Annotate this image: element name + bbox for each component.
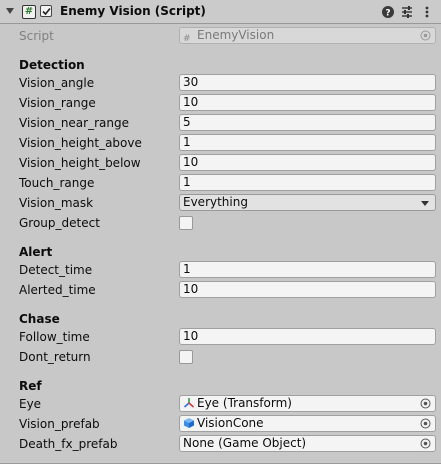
object-picker-icon[interactable] bbox=[420, 418, 431, 429]
detect-time-label: Detect_time bbox=[19, 263, 93, 277]
vision-near-range-field[interactable]: 5 bbox=[179, 114, 436, 131]
touch-range-label: Touch_range bbox=[19, 176, 95, 190]
component-header: # Enemy Vision (Script) ? bbox=[0, 0, 441, 24]
group-detect-label: Group_detect bbox=[19, 216, 100, 230]
component-enabled-checkbox[interactable] bbox=[40, 5, 52, 17]
vision-mask-value: Everything bbox=[183, 195, 248, 209]
presets-sliders-icon[interactable] bbox=[400, 5, 414, 19]
script-row: Script # EnemyVision bbox=[0, 26, 441, 46]
eye-row: Eye Eye (Transform) bbox=[0, 394, 441, 414]
object-picker-icon bbox=[420, 30, 431, 41]
component-title: Enemy Vision (Script) bbox=[60, 4, 206, 18]
checkmark-icon bbox=[42, 7, 51, 16]
transform-icon bbox=[183, 398, 195, 408]
vision-prefab-object-field[interactable]: VisionCone bbox=[179, 415, 436, 432]
group-detect-checkbox[interactable] bbox=[179, 216, 193, 230]
follow-time-row: Follow_time 10 bbox=[0, 327, 441, 347]
dont-return-checkbox[interactable] bbox=[179, 350, 193, 364]
section-chase-title: Chase bbox=[19, 312, 60, 326]
touch-range-field[interactable]: 1 bbox=[179, 174, 436, 191]
death-fx-prefab-object-field[interactable]: None (Game Object) bbox=[179, 435, 436, 452]
vision-range-label: Vision_range bbox=[19, 96, 96, 110]
vision-near-range-label: Vision_near_range bbox=[19, 116, 129, 130]
script-file-icon: # bbox=[183, 34, 191, 44]
prefab-cube-icon bbox=[184, 418, 194, 428]
death-fx-prefab-value: None (Game Object) bbox=[183, 436, 307, 450]
object-picker-icon[interactable] bbox=[420, 398, 431, 409]
vision-height-above-field[interactable]: 1 bbox=[179, 134, 436, 151]
vision-height-below-row: Vision_height_below 10 bbox=[0, 153, 441, 173]
vision-mask-row: Vision_mask Everything bbox=[0, 193, 441, 213]
alerted-time-row: Alerted_time 10 bbox=[0, 280, 441, 300]
vision-angle-field[interactable]: 30 bbox=[179, 74, 436, 91]
vision-angle-row: Vision_angle 30 bbox=[0, 73, 441, 93]
vision-mask-label: Vision_mask bbox=[19, 196, 94, 210]
detect-time-row: Detect_time 1 bbox=[0, 260, 441, 280]
vision-prefab-row: Vision_prefab VisionCone bbox=[0, 414, 441, 434]
eye-value: Eye (Transform) bbox=[197, 396, 292, 410]
vision-range-row: Vision_range 10 bbox=[0, 93, 441, 113]
follow-time-field[interactable]: 10 bbox=[179, 328, 436, 345]
vision-height-below-field[interactable]: 10 bbox=[179, 154, 436, 171]
vision-height-below-label: Vision_height_below bbox=[19, 156, 141, 170]
vision-prefab-label: Vision_prefab bbox=[19, 417, 100, 431]
vision-height-above-row: Vision_height_above 1 bbox=[0, 133, 441, 153]
svg-text:?: ? bbox=[385, 9, 390, 19]
detect-time-field[interactable]: 1 bbox=[179, 261, 436, 278]
dont-return-row: Dont_return bbox=[0, 347, 441, 367]
section-ref-title: Ref bbox=[19, 379, 42, 393]
script-label: Script bbox=[19, 29, 54, 43]
section-alert-title: Alert bbox=[19, 245, 53, 259]
dropdown-arrow-icon bbox=[421, 201, 429, 206]
foldout-arrow-icon[interactable] bbox=[6, 8, 14, 14]
section-detection-title: Detection bbox=[19, 58, 85, 72]
script-field: # EnemyVision bbox=[179, 27, 436, 44]
alerted-time-field[interactable]: 10 bbox=[179, 281, 436, 298]
death-fx-prefab-label: Death_fx_prefab bbox=[19, 437, 118, 451]
eye-object-field[interactable]: Eye (Transform) bbox=[179, 395, 436, 412]
vision-height-above-label: Vision_height_above bbox=[19, 136, 142, 150]
dont-return-label: Dont_return bbox=[19, 350, 91, 364]
alerted-time-label: Alerted_time bbox=[19, 283, 96, 297]
script-value: EnemyVision bbox=[197, 28, 275, 42]
follow-time-label: Follow_time bbox=[19, 330, 90, 344]
script-icon: # bbox=[22, 5, 36, 19]
group-detect-row: Group_detect bbox=[0, 213, 441, 233]
vision-prefab-value: VisionCone bbox=[197, 416, 264, 430]
object-picker-icon[interactable] bbox=[420, 438, 431, 449]
vision-near-range-row: Vision_near_range 5 bbox=[0, 113, 441, 133]
vision-angle-label: Vision_angle bbox=[19, 76, 95, 90]
death-fx-prefab-row: Death_fx_prefab None (Game Object) bbox=[0, 434, 441, 454]
vision-mask-dropdown[interactable]: Everything bbox=[179, 194, 436, 211]
vision-range-field[interactable]: 10 bbox=[179, 94, 436, 111]
eye-label: Eye bbox=[19, 397, 42, 411]
touch-range-row: Touch_range 1 bbox=[0, 173, 441, 193]
help-icon[interactable]: ? bbox=[381, 5, 395, 19]
kebab-menu-icon[interactable] bbox=[420, 5, 434, 19]
